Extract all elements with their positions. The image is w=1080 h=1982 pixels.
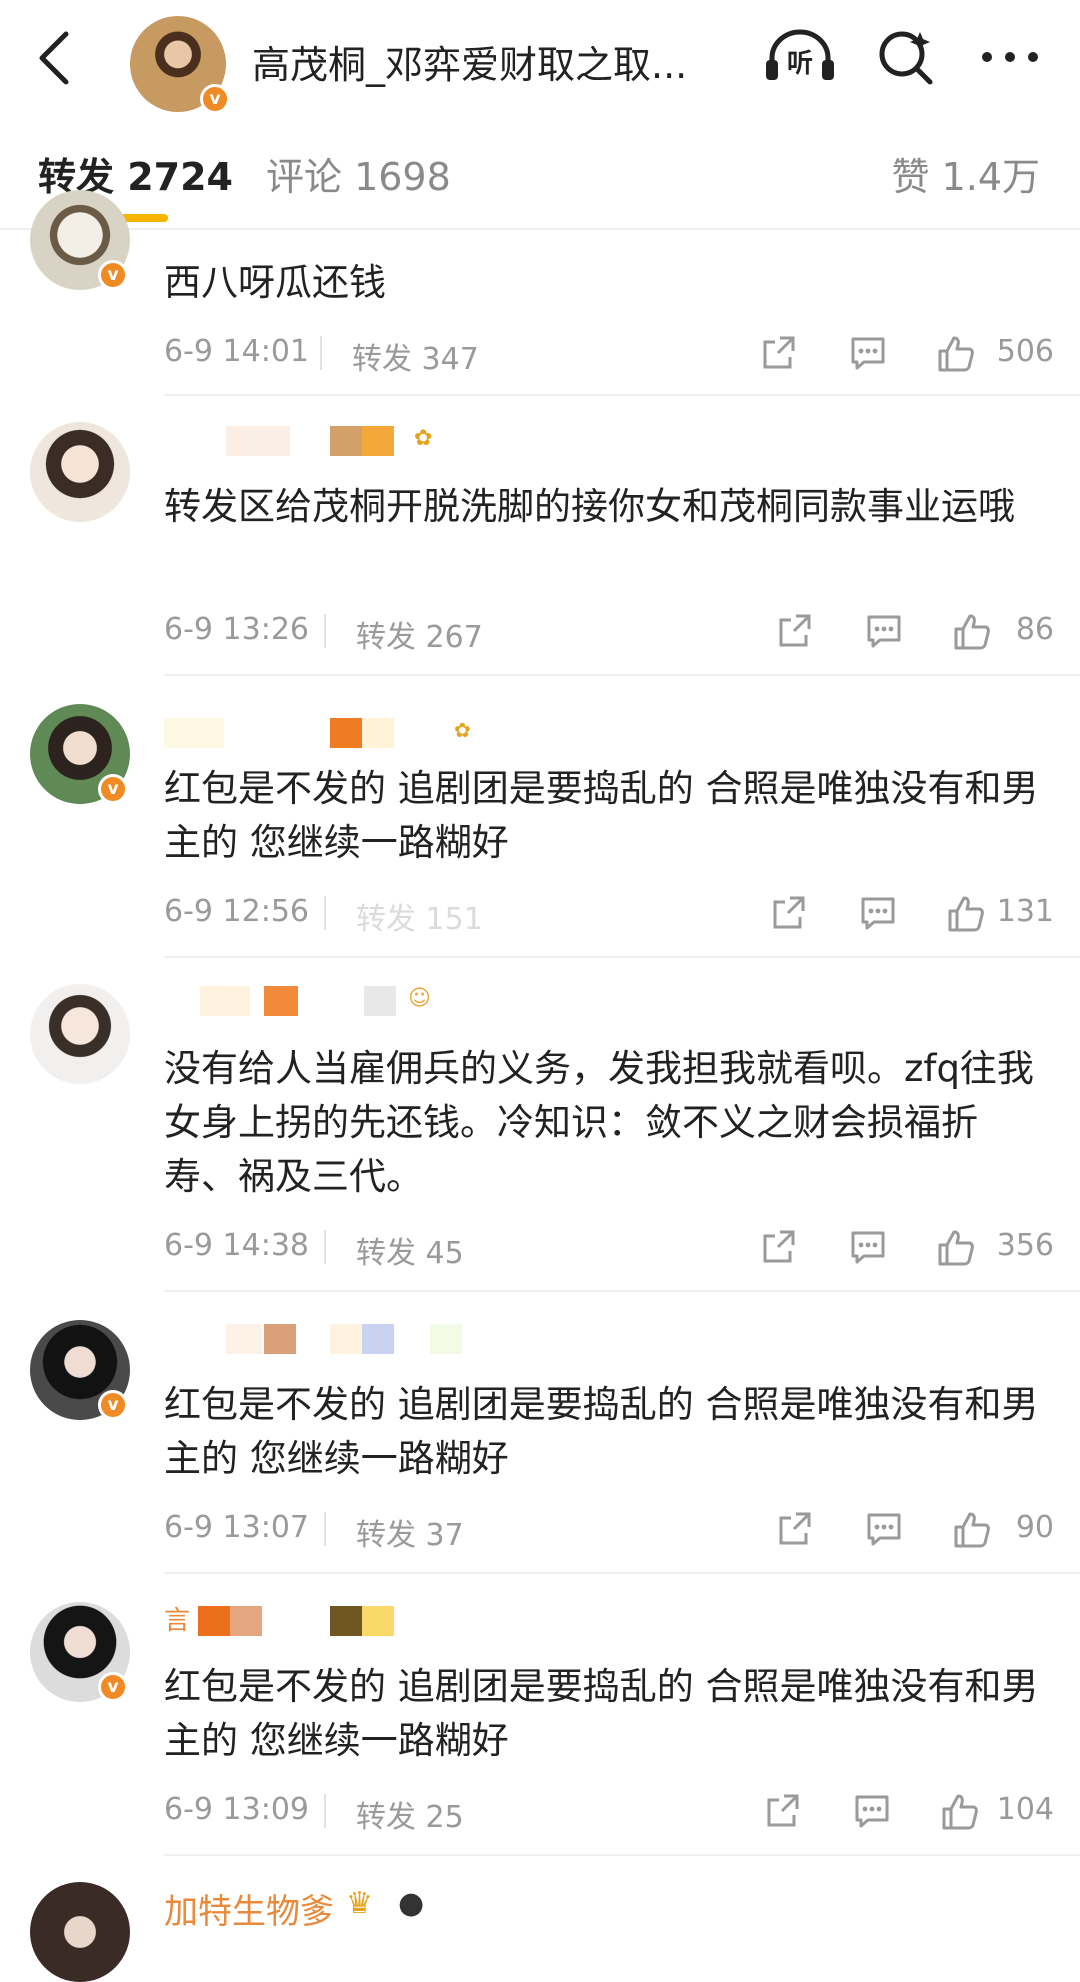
item-meta: 6-9 13:07 转发 37 90 [164,1506,1054,1553]
timestamp: 6-9 14:01 [164,334,309,369]
avatar[interactable] [30,422,130,522]
like-count: 131 [996,894,1054,929]
repost-count[interactable]: 转发 347 [352,334,479,378]
like-icon[interactable] [946,894,986,934]
listen-icon[interactable]: 听 [762,28,838,84]
comment-icon[interactable] [858,894,898,932]
comment-icon[interactable] [852,1792,892,1830]
timestamp: 6-9 13:09 [164,1792,309,1827]
like-count: 86 [1015,612,1054,647]
share-icon[interactable] [760,1228,798,1266]
separator [320,336,322,370]
repost-count[interactable]: 转发 267 [356,612,483,656]
verified-badge-icon: v [98,260,128,290]
sunflower-icon: ✿ [414,426,433,451]
item-meta: 6-9 14:01 转发 347 506 [164,330,1054,377]
username-masked[interactable]: 言 [164,1606,464,1636]
repost-text: 红包是不发的 追剧团是要捣乱的 合照是唯独没有和男主的 您继续一路糊好 [164,1665,1039,1762]
username-masked[interactable]: ✿ [164,718,471,748]
divider [164,674,1080,676]
comment-icon[interactable] [864,1510,904,1548]
share-icon[interactable] [760,334,798,372]
verified-badge-icon: v [98,774,128,804]
like-icon[interactable] [952,1510,992,1550]
divider [164,1290,1080,1292]
timestamp: 6-9 13:07 [164,1510,309,1545]
like-count: 356 [996,1228,1054,1263]
like-icon[interactable] [936,1228,976,1268]
like-count: 104 [996,1792,1054,1827]
panda-icon: ● [398,1886,425,1921]
repost-text: 红包是不发的 追剧团是要捣乱的 合照是唯独没有和男主的 您继续一路糊好 [164,767,1039,864]
repost-count[interactable]: 转发 45 [356,1228,464,1272]
avatar[interactable]: v [30,704,130,804]
avatar[interactable] [30,984,130,1084]
repost-count[interactable]: 转发 151 [356,894,483,938]
separator [324,1512,326,1546]
item-meta: 6-9 12:56 转发 151 131 [164,890,1054,937]
share-icon[interactable] [776,1510,814,1548]
search-icon[interactable] [876,28,936,88]
tab-bar: 转发 2724 评论 1698 赞 1.4万 [0,118,1080,228]
divider [0,228,1080,230]
post-author-title[interactable]: 高茂桐_邓弈爱财取之取... [252,34,722,89]
back-icon[interactable] [34,28,74,88]
username-masked[interactable] [164,1324,464,1354]
tab-likes[interactable]: 赞 1.4万 [891,146,1040,201]
like-icon[interactable] [952,612,992,652]
repost-count[interactable]: 转发 37 [356,1510,464,1554]
like-count: 506 [996,334,1054,369]
repost-text: 没有给人当雇佣兵的义务，发我担我就看呗。zfq往我女身上拐的先还钱。冷知识：敛不… [164,1047,1034,1198]
share-icon[interactable] [770,894,808,932]
separator [324,1794,326,1828]
poster-avatar[interactable]: v [130,16,230,114]
avatar[interactable]: v [30,190,130,290]
item-meta: 6-9 13:09 转发 25 104 [164,1788,1054,1835]
verified-badge-icon: v [200,84,230,114]
divider [164,956,1080,958]
repost-text: 转发区给茂桐开脱洗脚的接你女和茂桐同款事业运哦 [164,485,1015,528]
share-icon[interactable] [764,1792,802,1830]
more-icon[interactable] [980,50,1040,64]
avatar[interactable]: v [30,1320,130,1420]
repost-text: 红包是不发的 追剧团是要捣乱的 合照是唯独没有和男主的 您继续一路糊好 [164,1383,1039,1480]
top-bar: v 高茂桐_邓弈爱财取之取... 听 [0,0,1080,114]
username[interactable]: 加特生物爹 [164,1884,334,1933]
separator [324,1230,326,1264]
separator [324,896,326,930]
share-icon[interactable] [776,612,814,650]
divider [164,1572,1080,1574]
avatar[interactable]: v [30,1602,130,1702]
username-masked[interactable]: ✿ [164,426,444,456]
timestamp: 6-9 13:26 [164,612,309,647]
verified-badge-icon: v [98,1390,128,1420]
comment-icon[interactable] [864,612,904,650]
avatar[interactable] [30,1882,130,1982]
divider [164,394,1080,396]
divider [164,1854,1080,1856]
crown-badge-icon: ♛ [346,1886,373,1921]
item-meta: 6-9 14:38 转发 45 356 [164,1224,1054,1271]
item-meta: 6-9 13:26 转发 267 86 [164,608,1054,655]
sunflower-icon: ✿ [454,718,471,742]
listen-label: 听 [787,49,813,79]
emoji-icon: ☺ [408,986,431,1011]
separator [324,614,326,648]
username-masked[interactable]: ☺ [164,986,464,1016]
repost-text: 西八呀瓜还钱 [164,261,386,304]
repost-count[interactable]: 转发 25 [356,1792,464,1836]
comment-icon[interactable] [848,1228,888,1266]
like-icon[interactable] [936,334,976,374]
verified-badge-icon: v [98,1672,128,1702]
like-icon[interactable] [940,1792,980,1832]
comment-icon[interactable] [848,334,888,372]
tab-comments[interactable]: 评论 1698 [266,146,451,201]
timestamp: 6-9 14:38 [164,1228,309,1263]
timestamp: 6-9 12:56 [164,894,309,929]
like-count: 90 [1015,1510,1054,1545]
